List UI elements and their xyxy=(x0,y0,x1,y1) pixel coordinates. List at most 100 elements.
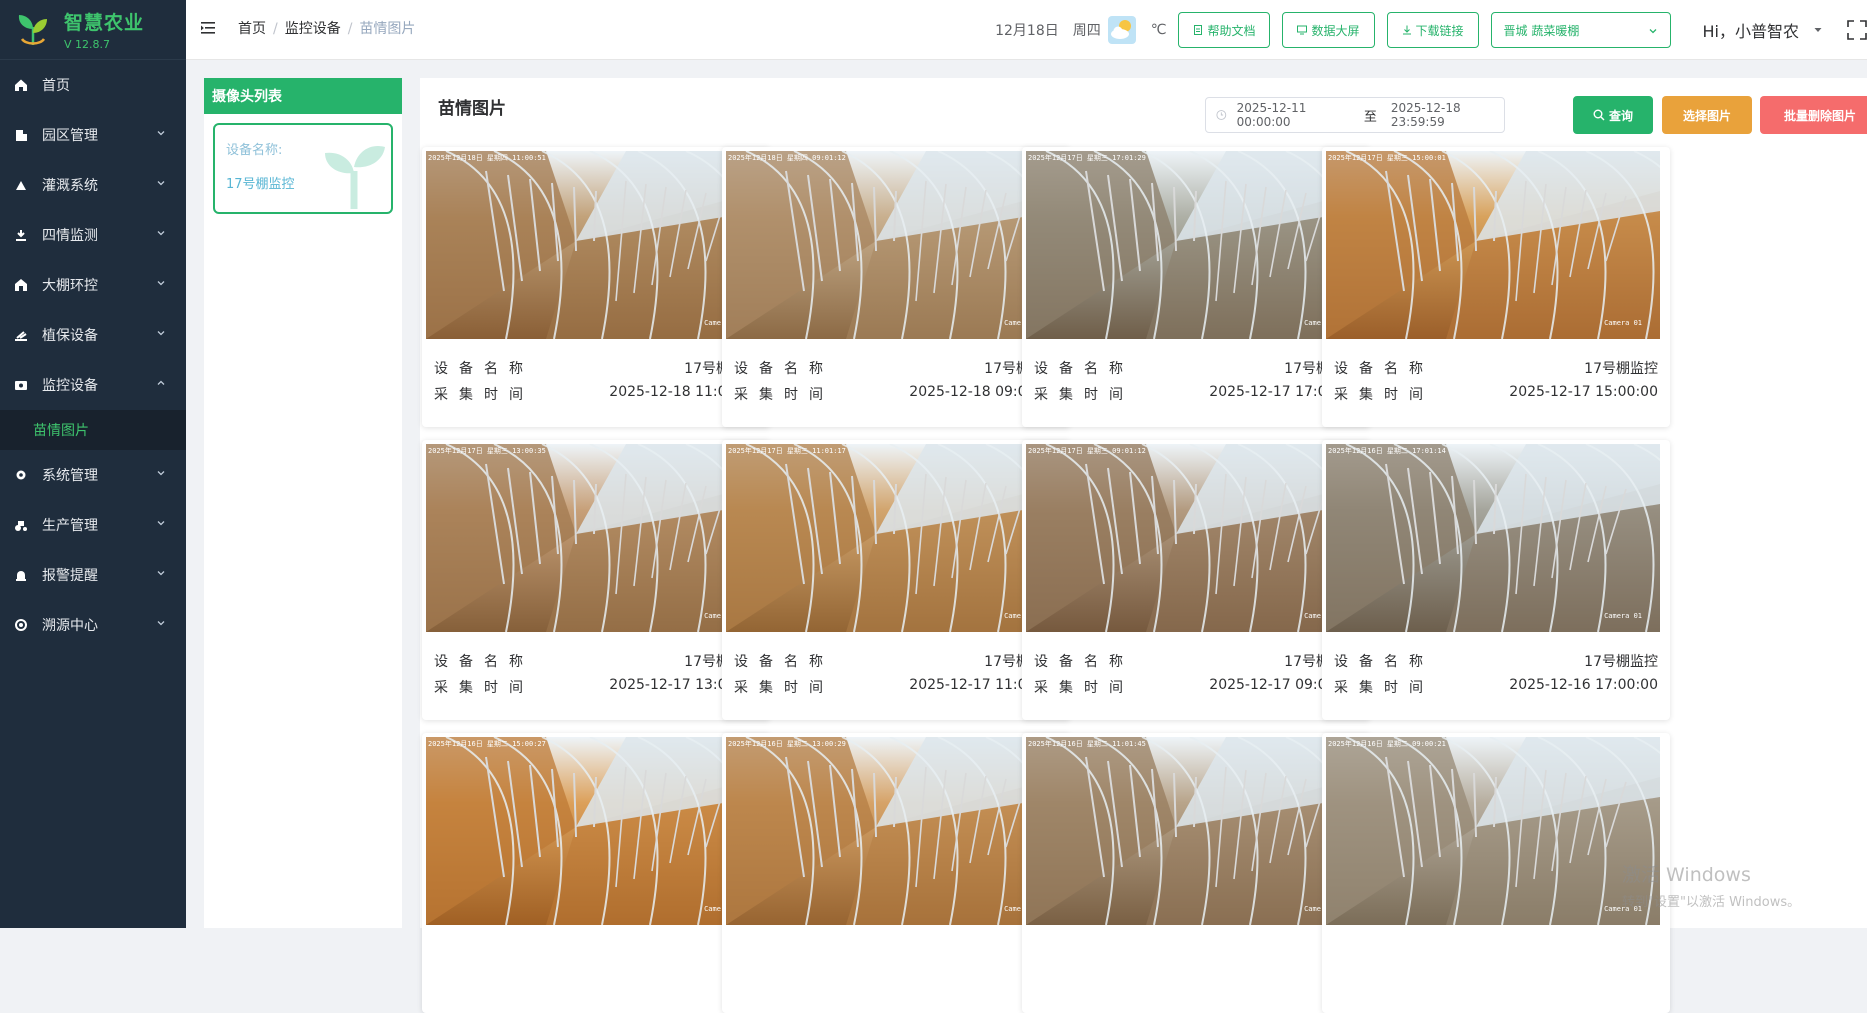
greenhouse-photo[interactable]: 2025年12月16日 星期二 09:00:21 Camera 01 xyxy=(1326,737,1660,925)
camera-card[interactable]: 设备名称: 17号棚监控 xyxy=(213,123,393,214)
chevron-up-icon xyxy=(157,380,165,385)
data-screen-label: 数据大屏 xyxy=(1311,23,1360,38)
camera-list-panel: 摄像头列表 设备名称: 17号棚监控 xyxy=(204,78,402,928)
date-start[interactable]: 2025-12-11 00:00:00 xyxy=(1237,101,1350,129)
photo-card[interactable]: 2025年12月16日 星期二 15:00:27Camera 01设备名称采集时… xyxy=(422,733,770,1013)
download-link-button[interactable]: 下载链接 xyxy=(1386,12,1479,48)
alarm-icon xyxy=(14,568,28,582)
farm-select[interactable]: 晋城 蔬菜暖棚 xyxy=(1490,12,1671,48)
photo-card[interactable]: 2025年12月17日 星期三 13:00:35Camera 01 设备名称17号… xyxy=(422,440,770,720)
home-icon xyxy=(14,78,28,92)
photo-card[interactable]: 2025年12月16日 星期二 11:01:45Camera 01设备名称采集时… xyxy=(1022,733,1370,1013)
monitor-icon xyxy=(14,228,28,242)
sidebar-item-tractor[interactable]: 生产管理 xyxy=(0,500,186,550)
breadcrumb-current: 苗情图片 xyxy=(359,21,416,37)
sidebar-item-label: 监控设备 xyxy=(42,378,98,394)
batch-delete-button[interactable]: 批量删除图片 xyxy=(1760,96,1867,134)
breadcrumb-home[interactable]: 首页 xyxy=(238,21,266,37)
logo-leaf-icon xyxy=(14,11,52,49)
app-name: 智慧农业 xyxy=(64,12,145,34)
top-header: 首页 / 监控设备 / 苗情图片 12月18日 周四 ℃ 帮助文档 数据大屏 下载链接 … xyxy=(186,0,1867,60)
chevron-down-icon xyxy=(157,331,165,336)
sprout-icon xyxy=(325,145,385,209)
capture-time-key: 采集时间 xyxy=(434,387,534,403)
sidebar-item-building[interactable]: 园区管理 xyxy=(0,110,186,160)
date-range-picker[interactable]: 2025-12-11 00:00:00 至 2025-12-18 23:59:5… xyxy=(1205,97,1505,133)
greenhouse-photo[interactable]: 2025年12月16日 星期二 15:00:27Camera 01 xyxy=(426,737,760,925)
capture-time-key: 采集时间 xyxy=(1334,387,1434,403)
sidebar-item-label: 植保设备 xyxy=(42,328,98,344)
device-row: 设备名称17号棚监控 xyxy=(1034,358,1358,378)
sidebar-item-alarm[interactable]: 报警提醒 xyxy=(0,550,186,600)
windows-activation-watermark: 激活 Windows 转到"设置"以激活 Windows。 xyxy=(1622,860,1800,910)
photo-card[interactable]: 2025年12月18日 星期四 11:00:51Camera 01 设备名称17号… xyxy=(422,147,770,427)
trace-icon xyxy=(14,618,28,632)
sidebar-item-camera[interactable]: 监控设备 xyxy=(0,360,186,410)
greenhouse-photo[interactable]: 2025年12月17日 星期三 11:01:17Camera 01 xyxy=(726,444,1060,632)
time-row: 采集时间 2025-12-17 09:00:00 xyxy=(1034,677,1358,697)
fullscreen-icon[interactable] xyxy=(1847,20,1867,40)
photo-card[interactable]: 2025年12月18日 星期四 09:01:12Camera 01 设备名称17号… xyxy=(722,147,1070,427)
chevron-down-icon xyxy=(157,231,165,236)
sidebar-item-trace[interactable]: 溯源中心 xyxy=(0,600,186,650)
sidebar-item-gear[interactable]: 系统管理 xyxy=(0,450,186,500)
capture-time-value: 2025-12-17 15:00:00 xyxy=(1509,384,1658,400)
greenhouse-icon xyxy=(14,278,28,292)
sidebar-item-irrigation[interactable]: 灌溉系统 xyxy=(0,160,186,210)
photo-card[interactable]: 2025年12月17日 星期三 11:01:17Camera 01 设备名称17号… xyxy=(722,440,1070,720)
tractor-icon xyxy=(14,518,28,532)
photo-card[interactable]: 2025年12月17日 星期三 09:01:12Camera 01 设备名称17号… xyxy=(1022,440,1370,720)
photo-card[interactable]: 2025年12月16日 星期二 13:00:29Camera 01设备名称采集时… xyxy=(722,733,1070,1013)
greenhouse-photo[interactable]: 2025年12月17日 星期三 09:01:12Camera 01 xyxy=(1026,444,1360,632)
batch-delete-label: 批量删除图片 xyxy=(1783,108,1856,123)
greenhouse-photo[interactable]: 2025年12月18日 星期四 09:01:12Camera 01 xyxy=(726,151,1060,339)
photo-timestamp: 2025年12月17日 星期三 11:01:17 xyxy=(728,447,846,455)
user-caret-icon[interactable] xyxy=(1813,25,1823,35)
sidebar-item-plant-protection[interactable]: 植保设备 xyxy=(0,310,186,360)
app-version: V 12.8.7 xyxy=(64,38,111,51)
query-label: 查询 xyxy=(1608,108,1633,123)
photo-camera-label: Camera 01 xyxy=(1604,612,1642,620)
data-screen-button[interactable]: 数据大屏 xyxy=(1282,12,1375,48)
photo-card[interactable]: 2025年12月17日 星期三 17:01:29Camera 01 设备名称17号… xyxy=(1022,147,1370,427)
device-row: 设备名称17号棚监控 xyxy=(434,651,758,671)
select-images-button[interactable]: 选择图片 xyxy=(1662,96,1752,134)
sidebar-subitem-seedling-images[interactable]: 苗情图片 xyxy=(0,410,186,450)
capture-time-key: 采集时间 xyxy=(734,387,834,403)
download-link-label: 下载链接 xyxy=(1415,23,1464,38)
sidebar-item-greenhouse[interactable]: 大棚环控 xyxy=(0,260,186,310)
capture-time-key: 采集时间 xyxy=(1034,387,1134,403)
sidebar-item-home[interactable]: 首页 xyxy=(0,60,186,110)
sidebar-item-monitor[interactable]: 四情监测 xyxy=(0,210,186,260)
photo-timestamp: 2025年12月18日 星期四 09:01:12 xyxy=(728,154,846,162)
sidebar-item-label: 溯源中心 xyxy=(42,618,98,634)
query-button[interactable]: 查询 xyxy=(1573,96,1653,134)
greenhouse-photo[interactable]: 2025年12月16日 星期二 13:00:29Camera 01 xyxy=(726,737,1060,925)
photo-timestamp: 2025年12月16日 星期二 13:00:29 xyxy=(728,740,846,748)
sidebar: 智慧农业 V 12.8.7 首页 园区管理 灌溉系统 四情监测 大棚环控植保设备监控设备… xyxy=(0,0,186,928)
building-icon xyxy=(14,128,28,142)
chevron-down-icon xyxy=(157,181,165,186)
date-end[interactable]: 2025-12-18 23:59:59 xyxy=(1391,101,1504,129)
photo-card[interactable]: 2025年12月17日 星期三 15:00:01 Camera 01 设备名称 17号… xyxy=(1322,147,1670,427)
breadcrumb-monitor[interactable]: 监控设备 xyxy=(285,21,341,37)
photo-timestamp: 2025年12月16日 星期二 17:01:14 xyxy=(1328,447,1446,455)
chevron-down-icon xyxy=(157,521,165,526)
weather-cloudy-icon xyxy=(1107,15,1137,45)
page-title: 苗情图片 xyxy=(438,99,506,119)
greenhouse-photo[interactable]: 2025年12月17日 星期三 17:01:29Camera 01 xyxy=(1026,151,1360,339)
greenhouse-photo[interactable]: 2025年12月16日 星期二 17:01:14 Camera 01 xyxy=(1326,444,1660,632)
photo-card[interactable]: 2025年12月16日 星期二 17:01:14 Camera 01 设备名称 17号… xyxy=(1322,440,1670,720)
plant-protection-icon xyxy=(14,328,28,342)
menu-fold-icon[interactable] xyxy=(200,20,216,36)
photo-card[interactable]: 2025年12月16日 星期二 09:00:21Camera 01设备名称采集时… xyxy=(1322,733,1670,1013)
greenhouse-photo[interactable]: 2025年12月17日 星期三 13:00:35Camera 01 xyxy=(426,444,760,632)
photo-timestamp: 2025年12月17日 星期三 15:00:01 xyxy=(1328,154,1446,162)
greenhouse-photo[interactable]: 2025年12月17日 星期三 15:00:01 Camera 01 xyxy=(1326,151,1660,339)
greenhouse-photo[interactable]: 2025年12月18日 星期四 11:00:51Camera 01 xyxy=(426,151,760,339)
user-greeting[interactable]: Hi，小普智农 xyxy=(1703,18,1799,42)
greenhouse-photo[interactable]: 2025年12月16日 星期二 11:01:45Camera 01 xyxy=(1026,737,1360,925)
device-name-key: 设备名称 xyxy=(734,654,834,670)
select-images-label: 选择图片 xyxy=(1682,108,1731,123)
help-docs-button[interactable]: 帮助文档 xyxy=(1178,12,1271,48)
